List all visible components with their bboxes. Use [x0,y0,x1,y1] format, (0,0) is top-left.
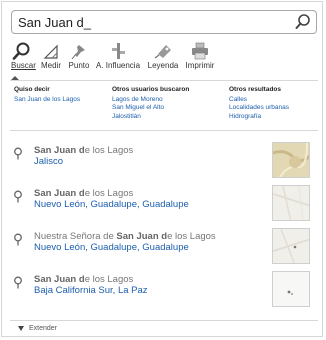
divider [10,320,318,321]
result-title: San Juan de los Lagos [34,145,134,156]
result-location[interactable]: Nuevo León, Guadalupe, Guadalupe [34,199,189,210]
influence-area-icon [112,43,125,59]
result-location[interactable]: Jalisco [34,156,63,167]
search-bar [11,10,317,34]
imprimir-button[interactable]: Imprimir [185,42,215,74]
punto-label: Punto [68,61,90,70]
pushpin-icon [71,45,85,60]
suggestion-link[interactable]: Hidrografía [229,113,289,122]
map-pin-icon [14,233,22,246]
otros-resultados-heading: Otros resultados [229,86,282,93]
result-location[interactable]: Nuevo León, Guadalupe, Guadalupe [34,242,189,253]
map-pin-icon [14,276,22,289]
divider [10,130,318,131]
search-panel: Buscar Medir Punto A. Influencia [1,1,323,337]
result-location[interactable]: Baja California Sur, La Paz [34,285,148,296]
ruler-triangle-icon [43,44,58,59]
influencia-label: A. Influencia [95,61,141,70]
result-title: San Juan de los Lagos [34,188,134,199]
map-thumbnail[interactable] [272,271,310,307]
result-title: San Juan de los Lagos [34,274,134,285]
result-item[interactable]: San Juan de los Lagos Baja California Su… [10,271,318,315]
result-item[interactable]: Nuestra Señora de San Juan de los Lagos … [10,228,318,272]
suggestion-link[interactable]: Calles [229,96,289,105]
map-thumbnail[interactable] [272,228,310,264]
punto-button[interactable]: Punto [67,42,91,74]
medir-label: Medir [40,61,61,70]
suggestion-link[interactable]: San Juan de los Lagos [14,96,80,105]
suggestions-otros-usuarios: Otros usuarios buscaron Lagos de Moreno … [112,86,189,121]
legend-tag-icon [154,45,171,59]
result-title: Nuestra Señora de San Juan de los Lagos [34,231,216,242]
suggestion-link[interactable]: Jalostitlán [112,113,189,122]
map-thumbnail[interactable] [272,185,310,221]
result-item[interactable]: San Juan de los Lagos Nuevo León, Guadal… [10,185,318,229]
map-pin-icon [14,190,22,203]
suggestion-link[interactable]: Lagos de Moreno [112,96,189,105]
divider [10,80,318,81]
map-thumbnail[interactable] [272,142,310,178]
toolbar: Buscar Medir Punto A. Influencia Leyenda… [11,42,311,74]
buscar-label: Buscar [11,61,36,70]
otros-usuarios-heading: Otros usuarios buscaron [112,86,190,93]
leyenda-label: Leyenda [147,61,179,70]
extend-button[interactable]: Extender [18,325,57,332]
leyenda-button[interactable]: Leyenda [147,42,179,74]
buscar-button[interactable]: Buscar [11,42,36,74]
medir-button[interactable]: Medir [40,42,62,74]
result-item[interactable]: San Juan de los Lagos Jalisco [10,142,318,186]
extend-label: Extender [29,325,58,332]
map-pin-icon [14,147,22,160]
quiso-decir-heading: Quiso decir [14,86,50,93]
suggestion-link[interactable]: Localidades urbanas [229,104,289,113]
triangle-down-icon [18,325,24,331]
influencia-button[interactable]: A. Influencia [95,42,141,74]
suggestion-link[interactable]: San Miguel el Alto [112,104,189,113]
search-icon[interactable] [294,13,312,31]
suggestions-otros-resultados: Otros resultados Calles Localidades urba… [229,86,289,121]
search-tool-icon [12,42,30,60]
suggestions-quiso-decir: Quiso decir San Juan de los Lagos [14,86,80,104]
printer-icon [192,42,208,60]
search-input[interactable] [18,13,288,31]
imprimir-label: Imprimir [185,61,215,70]
